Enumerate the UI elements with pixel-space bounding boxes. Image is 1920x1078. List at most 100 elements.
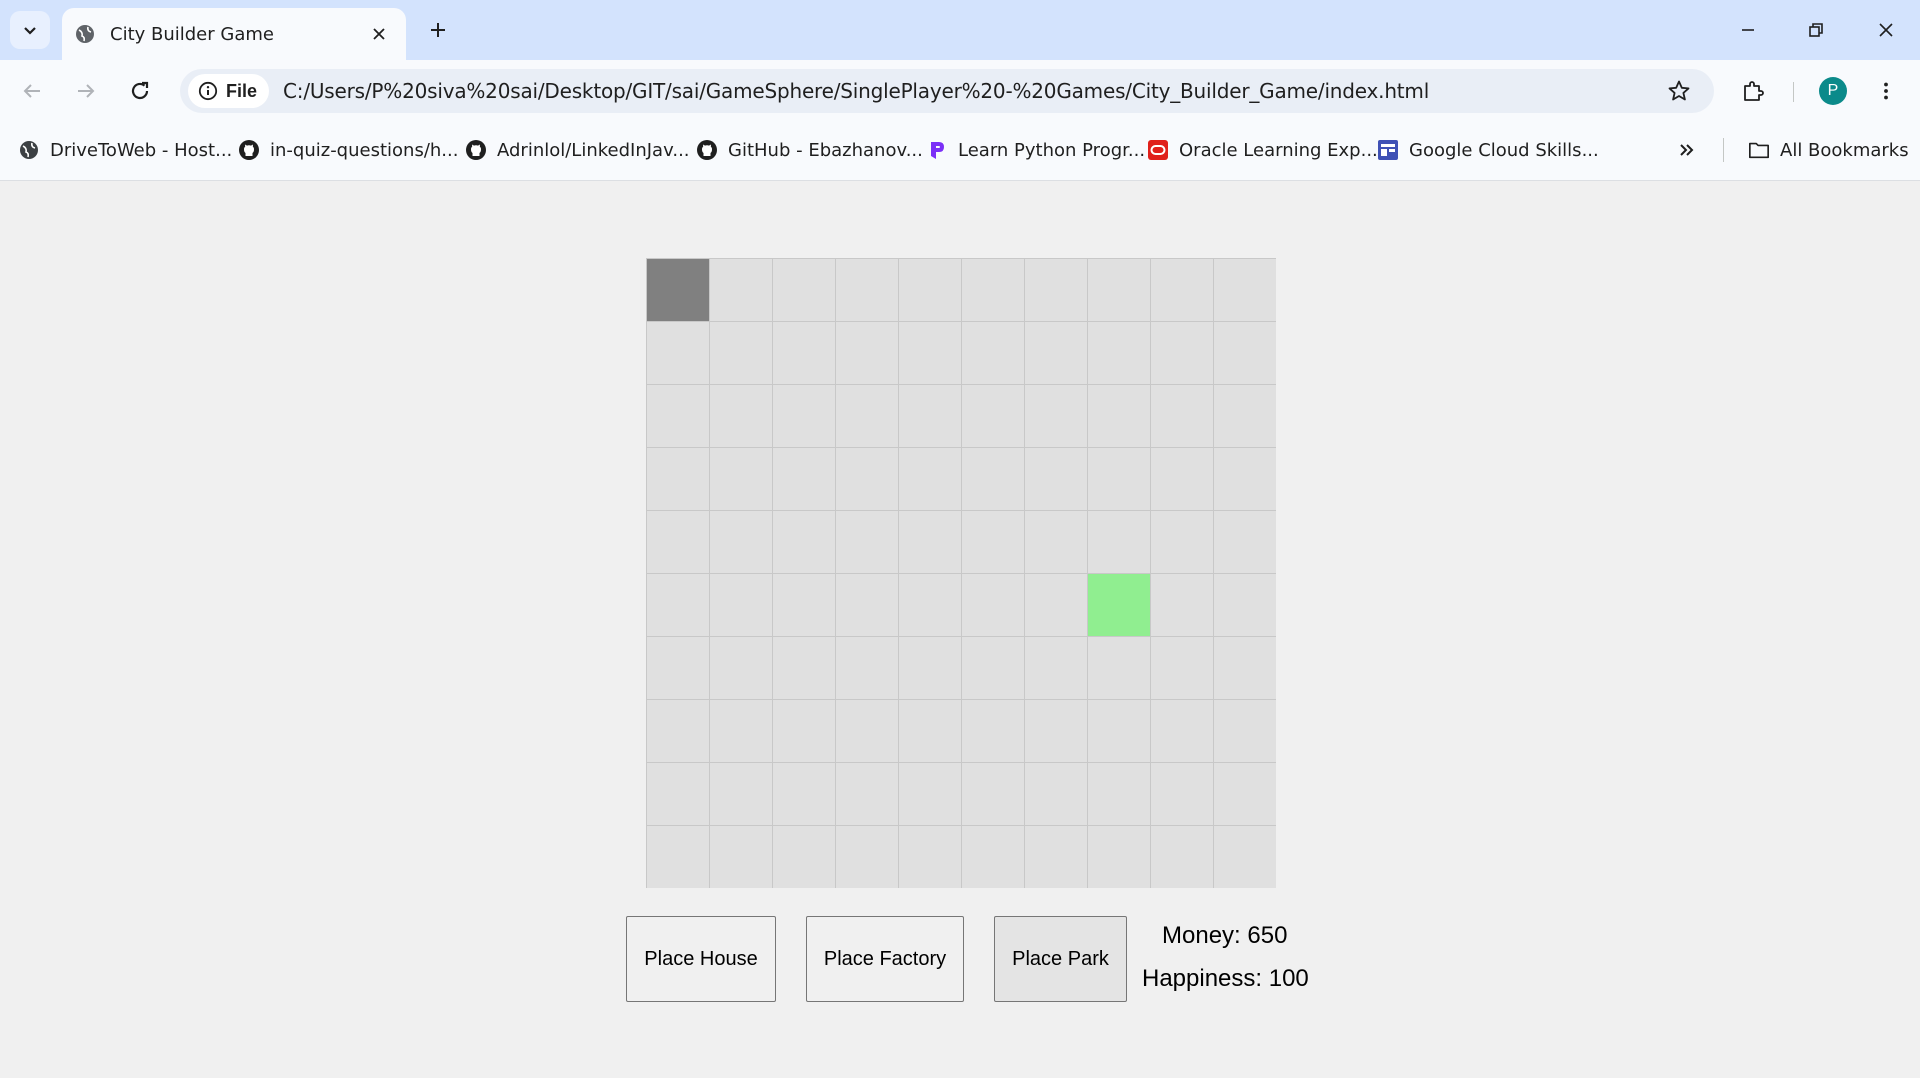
grid-cell[interactable] [1151, 574, 1213, 636]
grid-cell[interactable] [1214, 637, 1276, 699]
grid-cell[interactable] [1025, 763, 1087, 825]
grid-cell[interactable] [1025, 574, 1087, 636]
grid-cell[interactable] [647, 448, 709, 510]
grid-cell[interactable] [962, 385, 1024, 447]
close-window-button[interactable] [1856, 8, 1916, 52]
grid-cell[interactable] [773, 385, 835, 447]
profile-button[interactable]: P [1815, 73, 1851, 109]
grid-cell[interactable] [1088, 385, 1150, 447]
grid-cell[interactable] [773, 637, 835, 699]
bookmark-item[interactable]: in-quiz-questions/h... [238, 136, 458, 164]
grid-cell[interactable] [1025, 448, 1087, 510]
grid-cell[interactable] [1151, 448, 1213, 510]
grid-cell[interactable] [962, 763, 1024, 825]
grid-cell[interactable] [962, 700, 1024, 762]
grid-cell[interactable] [1151, 826, 1213, 888]
grid-cell[interactable] [647, 511, 709, 573]
active-tab[interactable]: City Builder Game [62, 8, 406, 60]
bookmark-item[interactable]: DriveToWeb - Host... [18, 136, 232, 164]
back-button[interactable] [14, 73, 50, 109]
grid-cell[interactable] [1088, 637, 1150, 699]
grid-cell[interactable] [836, 700, 898, 762]
grid-cell[interactable] [773, 259, 835, 321]
grid-cell[interactable] [899, 259, 961, 321]
grid-cell[interactable] [773, 763, 835, 825]
grid-cell[interactable] [1025, 259, 1087, 321]
grid-cell[interactable] [1151, 511, 1213, 573]
bookmark-star-button[interactable] [1664, 76, 1694, 106]
grid-cell[interactable] [647, 700, 709, 762]
grid-cell[interactable] [1088, 700, 1150, 762]
tab-search-button[interactable] [10, 11, 50, 49]
grid-cell[interactable] [1088, 259, 1150, 321]
grid-cell[interactable] [962, 637, 1024, 699]
grid-cell[interactable] [899, 637, 961, 699]
grid-cell[interactable] [1214, 259, 1276, 321]
bookmark-item[interactable]: Google Cloud Skills... [1377, 136, 1599, 164]
bookmark-item[interactable]: Oracle Learning Exp... [1147, 136, 1378, 164]
grid-cell[interactable] [899, 826, 961, 888]
grid-cell[interactable] [962, 574, 1024, 636]
grid-cell[interactable] [1214, 448, 1276, 510]
all-bookmarks-button[interactable]: All Bookmarks [1748, 136, 1909, 164]
grid-cell[interactable] [899, 511, 961, 573]
grid-cell[interactable] [836, 574, 898, 636]
grid-cell[interactable] [773, 448, 835, 510]
grid-cell[interactable] [1088, 322, 1150, 384]
new-tab-button[interactable] [422, 14, 454, 46]
grid-cell[interactable] [1151, 259, 1213, 321]
grid-cell[interactable] [773, 826, 835, 888]
grid-cell[interactable] [773, 574, 835, 636]
grid-cell[interactable] [710, 637, 772, 699]
grid-cell[interactable] [1025, 826, 1087, 888]
grid-cell[interactable] [836, 385, 898, 447]
grid-cell[interactable] [836, 322, 898, 384]
url-text[interactable]: C:/Users/P%20siva%20sai/Desktop/GIT/sai/… [283, 79, 1429, 103]
grid-cell[interactable] [836, 511, 898, 573]
grid-cell[interactable] [647, 826, 709, 888]
grid-cell[interactable] [962, 259, 1024, 321]
grid-cell[interactable] [1025, 322, 1087, 384]
grid-cell[interactable] [710, 385, 772, 447]
grid-cell[interactable] [710, 826, 772, 888]
more-bookmarks-button[interactable] [1678, 136, 1696, 164]
grid-cell[interactable] [710, 511, 772, 573]
grid-cell[interactable] [647, 385, 709, 447]
grid-cell[interactable] [710, 322, 772, 384]
grid-cell[interactable] [647, 763, 709, 825]
extensions-button[interactable] [1735, 73, 1771, 109]
grid-cell[interactable] [1214, 574, 1276, 636]
grid-cell[interactable] [899, 574, 961, 636]
grid-cell[interactable] [773, 700, 835, 762]
address-bar[interactable]: File C:/Users/P%20siva%20sai/Desktop/GIT… [180, 69, 1714, 113]
minimize-button[interactable] [1718, 8, 1778, 52]
grid-cell[interactable] [962, 826, 1024, 888]
grid-cell[interactable] [1214, 700, 1276, 762]
grid-cell[interactable] [899, 385, 961, 447]
grid-cell[interactable] [1088, 448, 1150, 510]
grid-cell[interactable] [836, 637, 898, 699]
grid-cell[interactable] [647, 574, 709, 636]
grid-cell[interactable] [710, 448, 772, 510]
grid-cell[interactable] [899, 700, 961, 762]
grid-cell-house[interactable] [647, 259, 709, 321]
grid-cell[interactable] [899, 763, 961, 825]
grid-cell[interactable] [647, 637, 709, 699]
bookmark-item[interactable]: Adrinlol/LinkedInJav... [465, 136, 690, 164]
grid-cell[interactable] [1025, 637, 1087, 699]
grid-cell[interactable] [1214, 826, 1276, 888]
grid-cell[interactable] [1025, 700, 1087, 762]
grid-cell[interactable] [1151, 763, 1213, 825]
grid-cell[interactable] [710, 763, 772, 825]
close-tab-icon[interactable] [364, 19, 394, 49]
grid-cell[interactable] [710, 700, 772, 762]
grid-cell-park[interactable] [1088, 574, 1150, 636]
grid-cell[interactable] [710, 574, 772, 636]
place-house-button[interactable]: Place House [626, 916, 776, 1002]
grid-cell[interactable] [1025, 511, 1087, 573]
grid-cell[interactable] [962, 511, 1024, 573]
grid-cell[interactable] [773, 322, 835, 384]
grid-cell[interactable] [836, 826, 898, 888]
grid-cell[interactable] [836, 763, 898, 825]
grid-cell[interactable] [1151, 322, 1213, 384]
